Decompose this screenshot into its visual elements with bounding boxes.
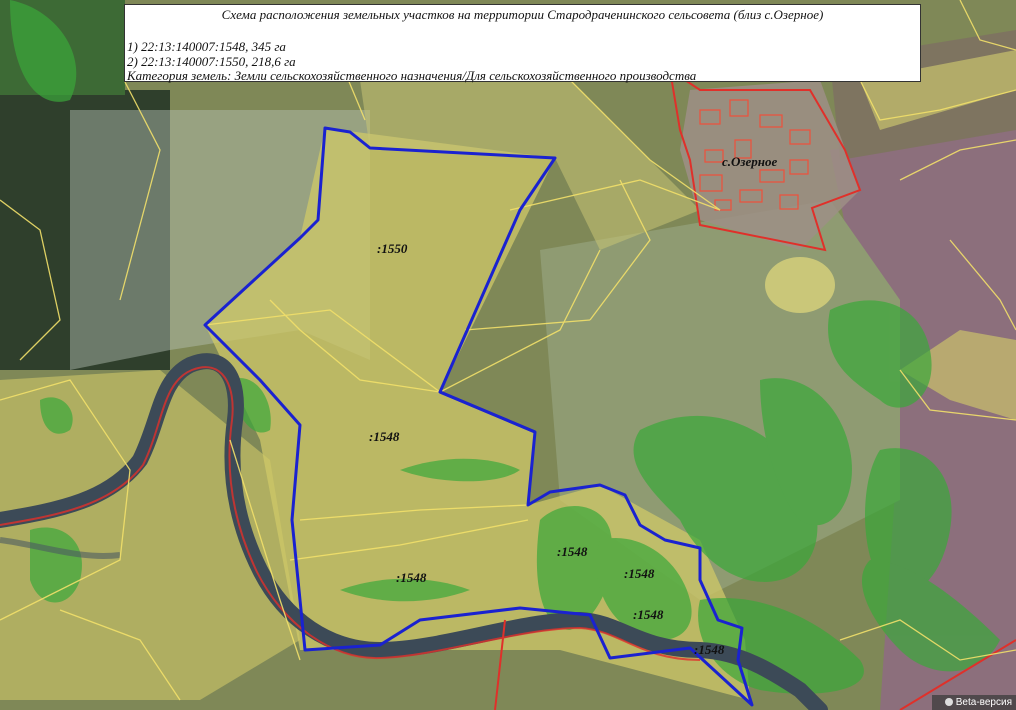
label-parcel-1548-mid: :1548 bbox=[557, 544, 588, 559]
beta-label: Beta-версия bbox=[955, 697, 1012, 708]
label-parcel-1548-right: :1548 bbox=[624, 566, 655, 581]
label-parcel-1548-corner: :1548 bbox=[694, 642, 725, 657]
label-village: с.Озерное bbox=[722, 154, 777, 169]
label-parcel-1550: :1550 bbox=[377, 241, 408, 256]
legend-parcel-2: 2) 22:13:140007:1550, 218,6 га bbox=[127, 54, 296, 69]
satellite-map[interactable]: :1550 :1548 :1548 :1548 :1548 :1548 :154… bbox=[0, 0, 1016, 710]
field-overlay-oval bbox=[765, 257, 835, 313]
label-parcel-1548-main: :1548 bbox=[369, 429, 400, 444]
label-parcel-1548-lower-left: :1548 bbox=[396, 570, 427, 585]
legend-parcel-1: 1) 22:13:140007:1548, 345 га bbox=[127, 39, 286, 54]
legend-box: Схема расположения земельных участков на… bbox=[124, 4, 921, 83]
beta-icon bbox=[944, 698, 953, 706]
legend-title: Схема расположения земельных участков на… bbox=[221, 7, 824, 22]
legend-category: Категория земель: Земли сельскохозяйстве… bbox=[127, 68, 697, 83]
label-parcel-1548-lower: :1548 bbox=[633, 607, 664, 622]
beta-badge[interactable]: Beta-версия bbox=[932, 695, 1016, 710]
